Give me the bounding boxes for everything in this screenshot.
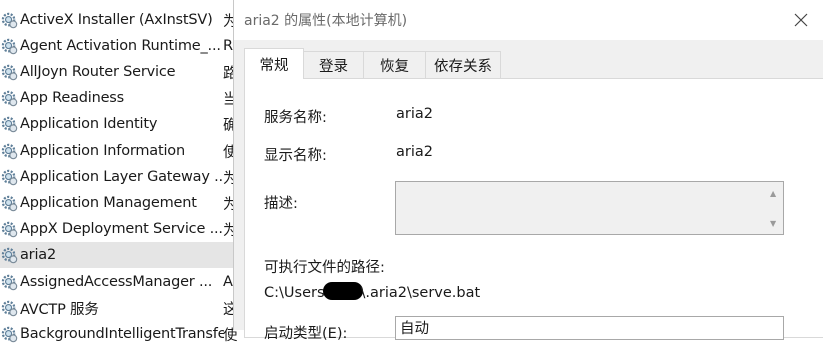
service-row[interactable]: Application Layer Gateway ... 为 [0,164,240,190]
service-name: Application Layer Gateway ... [20,169,224,185]
service-row[interactable]: AssignedAccessManager ... A [0,269,240,295]
exe-path-suffix: \.aria2\serve.bat [360,285,481,301]
service-row[interactable]: App Readiness 当 [0,85,240,111]
display-name-value: aria2 [396,144,433,160]
service-name: ActiveX Installer (AxInstSV) [20,12,213,28]
dialog-titlebar[interactable]: aria2 的属性(本地计算机) [234,0,823,40]
service-row[interactable]: BackgroundIntelligentTransfer... 使 [0,321,240,347]
close-icon [794,13,808,27]
service-row[interactable]: Agent Activation Runtime_... R [0,33,240,59]
startup-type-select[interactable]: 自动 [395,316,784,340]
service-name: Application Identity [20,116,158,132]
service-name: AllJoyn Router Service [20,64,176,80]
service-row-selected[interactable]: aria2 [0,242,240,268]
service-name: Application Information [20,143,185,159]
gear-icon [1,12,18,28]
exe-path-prefix: C:\Users [264,285,325,301]
service-row[interactable]: AppX Deployment Service ... 为 [0,216,240,242]
services-list: ActiveX Installer (AxInstSV) 为 Agent Act… [0,0,240,344]
description-label: 描述: [264,196,298,212]
service-name: App Readiness [20,90,125,106]
gear-icon [1,221,18,237]
service-row[interactable]: AllJoyn Router Service 路 [0,59,240,85]
exe-path-label: 可执行文件的路径: [264,260,385,276]
service-row[interactable]: Application Management 为 [0,190,240,216]
tab-strip: 常规 登录 恢复 依存关系 [244,48,823,79]
gear-icon [1,116,18,132]
service-row[interactable]: Application Identity 确 [0,111,240,137]
service-name: AppX Deployment Service ... [20,221,223,237]
scroll-down-icon[interactable]: ▼ [770,219,776,228]
tab-logon[interactable]: 登录 [303,51,364,78]
service-row[interactable]: Application Information 使 [0,138,240,164]
service-name: AVCTP 服务 [20,301,99,318]
gear-icon [1,90,18,106]
tab-dependencies[interactable]: 依存关系 [425,51,501,78]
tab-general[interactable]: 常规 [244,48,304,79]
service-name-label: 服务名称: [264,110,327,126]
gear-icon [1,143,18,159]
service-name-value: aria2 [396,106,433,122]
gear-icon [1,247,18,263]
gear-icon [1,326,18,342]
description-scrollbar[interactable]: ▲ ▼ [766,182,783,234]
startup-type-value: 自动 [400,321,429,337]
service-name: Agent Activation Runtime_... [20,38,221,54]
service-name: aria2 [20,247,56,263]
gear-icon [1,300,18,316]
service-name: BackgroundIntelligentTransfer... [20,326,224,342]
service-row[interactable]: ActiveX Installer (AxInstSV) 为 [0,7,240,33]
gear-icon [1,38,18,54]
startup-type-label: 启动类型(E): [264,326,348,342]
service-row[interactable]: AVCTP 服务 这 [0,295,240,321]
gear-icon [1,169,18,185]
tab-recovery[interactable]: 恢复 [363,51,426,78]
redaction-mark [322,282,363,300]
gear-icon [1,195,18,211]
service-name: Application Management [20,195,197,211]
close-button[interactable] [778,0,823,40]
gear-icon [1,274,18,290]
properties-dialog: aria2 的属性(本地计算机) 常规 登录 恢复 依存关系 服务名称: ari… [233,0,823,342]
service-name: AssignedAccessManager ... [20,274,213,290]
display-name-label: 显示名称: [264,148,327,164]
exe-path-value: C:\Users \.aria2\serve.bat [264,282,480,301]
dialog-title: aria2 的属性(本地计算机) [244,13,408,29]
scroll-up-icon[interactable]: ▲ [770,189,776,198]
gear-icon [1,64,18,80]
description-box[interactable]: ▲ ▼ [395,181,784,235]
